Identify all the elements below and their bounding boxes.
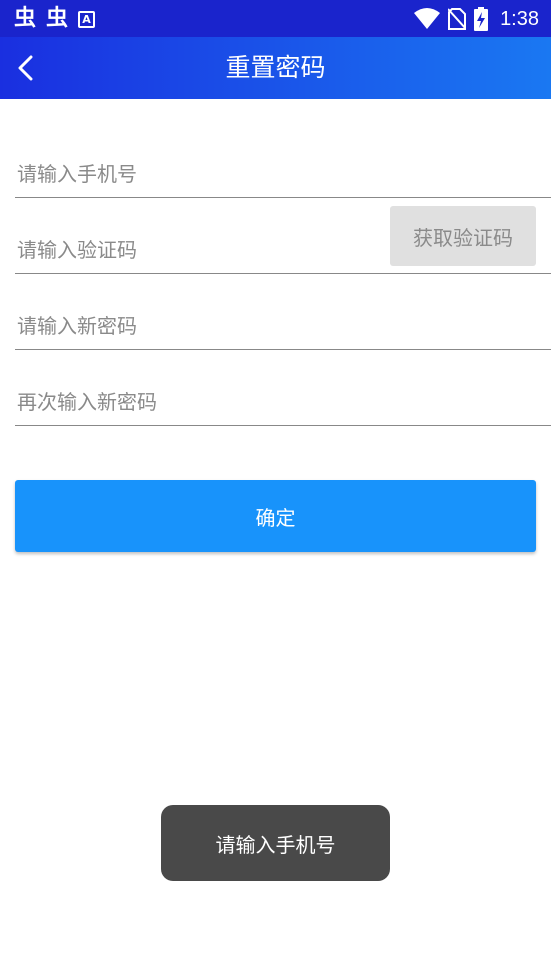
verification-code-input[interactable] — [15, 226, 375, 273]
app-header: 重置密码 — [0, 37, 551, 99]
confirm-password-input[interactable] — [15, 378, 551, 425]
bug-icon: 虫 — [46, 6, 69, 31]
app-screen: 虫 虫 A 1:38 重置密码 请输入手机号 请输入验证码 获取验证码 确定 请… — [0, 0, 551, 979]
status-bar: 虫 虫 A 1:38 — [0, 0, 551, 37]
confirm-button[interactable]: 确定 — [15, 480, 536, 552]
get-code-button[interactable]: 获取验证码 — [390, 206, 536, 266]
new-password-input[interactable] — [15, 302, 551, 349]
phone-input[interactable] — [15, 150, 551, 197]
battery-charging-icon — [474, 7, 489, 31]
wifi-icon — [414, 8, 441, 29]
bug-icon: 虫 — [14, 6, 37, 31]
back-button[interactable] — [6, 48, 46, 88]
new-password-field — [15, 302, 551, 350]
no-sim-icon — [448, 8, 467, 30]
confirm-password-field — [15, 378, 551, 426]
phone-field — [15, 150, 551, 198]
chevron-left-icon — [18, 55, 33, 81]
status-right-icons: 1:38 — [414, 6, 539, 32]
a-accessibility-icon: A — [78, 10, 96, 28]
status-time: 1:38 — [500, 8, 539, 30]
page-title: 重置密码 — [225, 53, 326, 82]
status-left-icons: 虫 虫 A — [14, 6, 96, 32]
toast-message: 请输入手机号 — [161, 805, 390, 881]
